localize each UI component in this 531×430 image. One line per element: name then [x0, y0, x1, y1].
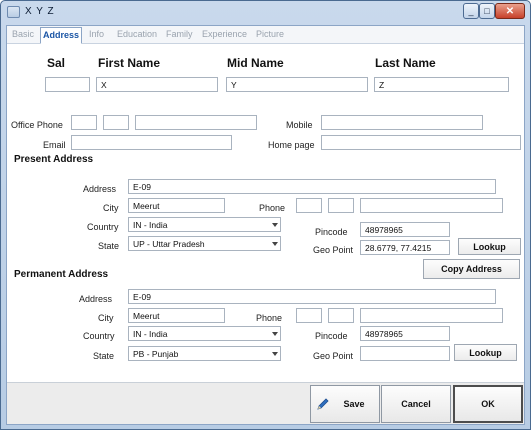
save-button-label: Save	[343, 399, 365, 409]
present-address-label: Address	[83, 184, 117, 194]
permanent-pincode-label: Pincode	[315, 331, 348, 341]
sal-label: Sal	[47, 56, 66, 70]
present-pincode-label: Pincode	[315, 227, 348, 237]
chevron-down-icon	[272, 352, 278, 356]
ok-button[interactable]: OK	[453, 385, 523, 423]
present-state-label: State	[98, 241, 120, 251]
office-phone-number-input[interactable]	[135, 115, 257, 130]
title-bar[interactable]: X Y Z _ □ ✕	[1, 1, 530, 23]
present-pincode-input[interactable]: 48978965	[360, 222, 450, 237]
minimize-button[interactable]: _	[463, 3, 479, 19]
home-page-input[interactable]	[321, 135, 521, 150]
permanent-country-value: IN - India	[133, 329, 168, 339]
chevron-down-icon	[272, 223, 278, 227]
first-name-label: First Name	[98, 56, 161, 70]
mobile-input[interactable]	[321, 115, 483, 130]
tab-address[interactable]: Address	[40, 27, 83, 44]
permanent-address-input[interactable]: E-09	[128, 289, 496, 304]
form-client-area: Basic Address Info Education Family Expe…	[6, 25, 525, 425]
present-country-value: IN - India	[133, 220, 168, 230]
mid-name-input[interactable]: Y	[226, 77, 368, 92]
home-page-label: Home page	[268, 140, 315, 150]
chevron-down-icon	[272, 332, 278, 336]
sal-input[interactable]	[45, 77, 90, 92]
office-phone-code-input[interactable]	[71, 115, 97, 130]
permanent-phone-label: Phone	[256, 313, 283, 323]
permanent-phone-code-input[interactable]	[296, 308, 322, 323]
maximize-button[interactable]: □	[479, 3, 495, 19]
permanent-geo-point-input[interactable]	[360, 346, 450, 361]
office-phone-label: Office Phone	[11, 120, 63, 130]
present-geo-point-label: Geo Point	[313, 245, 354, 255]
present-state-value: UP - Uttar Pradesh	[133, 239, 205, 249]
app-window: X Y Z _ □ ✕ Basic Address Info Education…	[0, 0, 531, 430]
present-city-input[interactable]: Meerut	[128, 198, 225, 213]
mid-name-label: Mid Name	[227, 56, 284, 70]
cancel-button[interactable]: Cancel	[381, 385, 451, 423]
app-window-icon	[7, 6, 20, 18]
present-country-label: Country	[87, 222, 119, 232]
tab-education[interactable]: Education	[117, 29, 157, 39]
present-city-label: City	[103, 203, 119, 213]
permanent-country-select[interactable]: IN - India	[128, 326, 281, 341]
tab-experience[interactable]: Experience	[202, 29, 247, 39]
tab-strip: Basic Address Info Education Family Expe…	[7, 26, 524, 44]
email-label: Email	[43, 140, 66, 150]
present-address-input[interactable]: E-09	[128, 179, 496, 194]
present-state-select[interactable]: UP - Uttar Pradesh	[128, 236, 281, 251]
tab-basic[interactable]: Basic	[12, 29, 34, 39]
permanent-state-label: State	[93, 351, 115, 361]
present-phone-code-input[interactable]	[296, 198, 322, 213]
save-button[interactable]: Save	[310, 385, 380, 423]
office-phone-area-input[interactable]	[103, 115, 129, 130]
close-button[interactable]: ✕	[495, 3, 525, 19]
permanent-address-label: Address	[79, 294, 113, 304]
footer-bar: Save Cancel OK	[7, 382, 524, 424]
tab-family[interactable]: Family	[166, 29, 193, 39]
chevron-down-icon	[272, 242, 278, 246]
pencil-icon	[317, 398, 329, 410]
present-phone-number-input[interactable]	[360, 198, 503, 213]
present-phone-label: Phone	[259, 203, 286, 213]
permanent-pincode-input[interactable]: 48978965	[360, 326, 450, 341]
permanent-country-label: Country	[83, 331, 115, 341]
permanent-city-input[interactable]: Meerut	[128, 308, 225, 323]
tab-info[interactable]: Info	[89, 29, 104, 39]
present-address-heading: Present Address	[14, 154, 94, 165]
window-title: X Y Z	[25, 6, 55, 17]
permanent-state-value: PB - Punjab	[133, 349, 179, 359]
last-name-input[interactable]: Z	[374, 77, 509, 92]
present-geo-point-input[interactable]: 28.6779, 77.4215	[360, 240, 450, 255]
copy-address-button[interactable]: Copy Address	[423, 259, 520, 279]
tab-picture[interactable]: Picture	[256, 29, 284, 39]
first-name-input[interactable]: X	[96, 77, 218, 92]
last-name-label: Last Name	[375, 56, 436, 70]
present-country-select[interactable]: IN - India	[128, 217, 281, 232]
permanent-city-label: City	[98, 313, 114, 323]
permanent-geo-point-label: Geo Point	[313, 351, 354, 361]
present-lookup-button[interactable]: Lookup	[458, 238, 521, 255]
permanent-state-select[interactable]: PB - Punjab	[128, 346, 281, 361]
permanent-phone-number-input[interactable]	[360, 308, 503, 323]
present-phone-area-input[interactable]	[328, 198, 354, 213]
email-input[interactable]	[71, 135, 232, 150]
permanent-phone-area-input[interactable]	[328, 308, 354, 323]
permanent-lookup-button[interactable]: Lookup	[454, 344, 517, 361]
permanent-address-heading: Permanent Address	[14, 269, 109, 280]
mobile-label: Mobile	[286, 120, 313, 130]
